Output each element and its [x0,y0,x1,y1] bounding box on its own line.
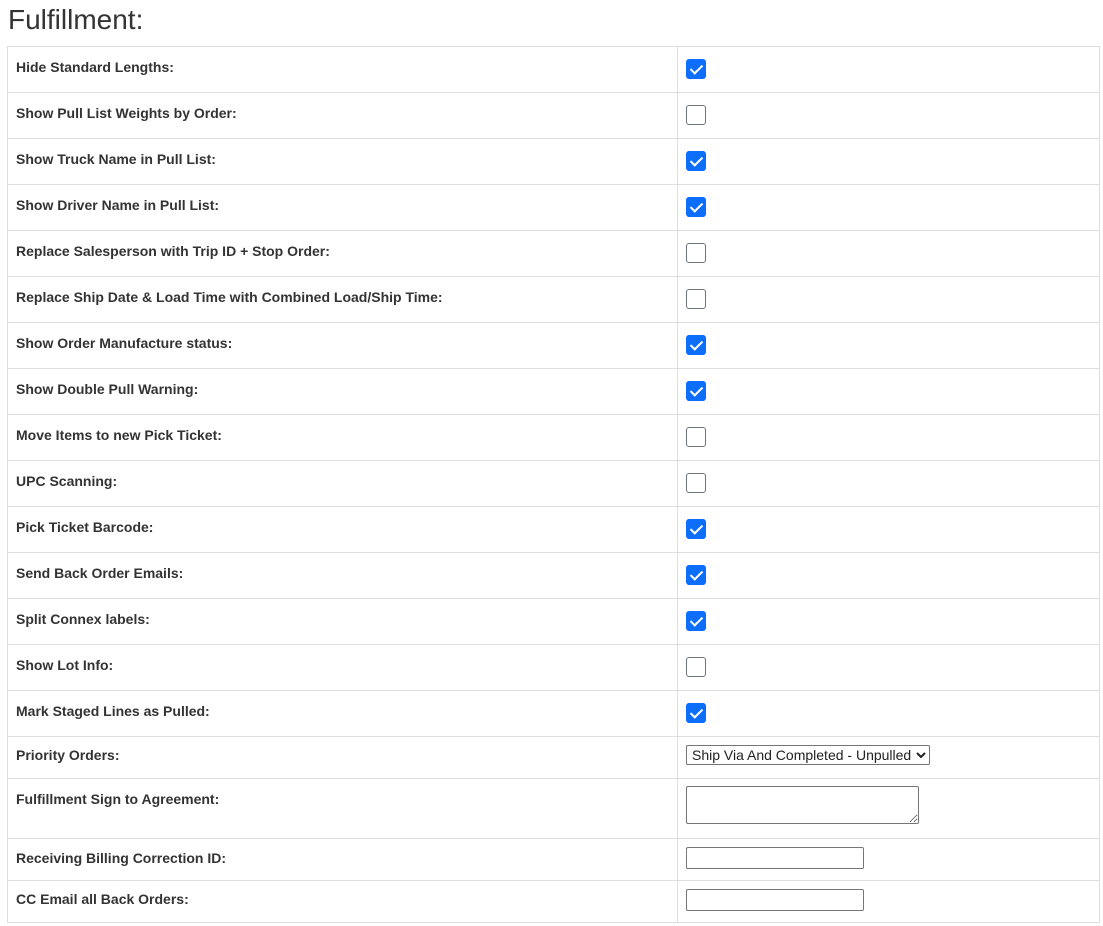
setting-row: Show Truck Name in Pull List: [7,138,1100,185]
setting-row: Show Lot Info: [7,644,1100,691]
checkbox-unchecked[interactable] [686,427,706,447]
priority-orders-select[interactable]: Ship Via And Completed - Unpulled [686,745,930,765]
checkbox-checked[interactable] [686,151,706,171]
checkbox-unchecked[interactable] [686,473,706,493]
setting-label: Receiving Billing Correction ID: [7,838,678,881]
setting-row: Replace Ship Date & Load Time with Combi… [7,276,1100,323]
setting-label: Show Lot Info: [7,644,678,691]
checkbox-unchecked[interactable] [686,657,706,677]
page-title: Fulfillment: [8,4,144,35]
setting-label: Hide Standard Lengths: [7,46,678,93]
setting-row: Show Order Manufacture status: [7,322,1100,369]
setting-row-cc-email: CC Email all Back Orders: [7,880,1100,923]
fulfillment-settings-table: Hide Standard Lengths: Show Pull List Wei… [7,46,1100,923]
setting-row: Show Driver Name in Pull List: [7,184,1100,231]
setting-label: Show Pull List Weights by Order: [7,92,678,139]
sign-agreement-textarea[interactable] [686,786,919,824]
setting-label: Priority Orders: [7,736,678,779]
setting-row: Pick Ticket Barcode: [7,506,1100,553]
setting-row: Replace Salesperson with Trip ID + Stop … [7,230,1100,277]
cc-email-back-orders-input[interactable] [686,889,864,911]
setting-label: CC Email all Back Orders: [7,880,678,923]
setting-row: UPC Scanning: [7,460,1100,507]
setting-label: Move Items to new Pick Ticket: [7,414,678,461]
setting-label: UPC Scanning: [7,460,678,507]
setting-row: Send Back Order Emails: [7,552,1100,599]
setting-row-sign-agreement: Fulfillment Sign to Agreement: [7,778,1100,839]
billing-correction-id-input[interactable] [686,847,864,869]
checkbox-unchecked[interactable] [686,243,706,263]
setting-label: Show Double Pull Warning: [7,368,678,415]
checkbox-checked[interactable] [686,197,706,217]
setting-label: Send Back Order Emails: [7,552,678,599]
setting-label: Fulfillment Sign to Agreement: [7,778,678,839]
setting-row: Show Pull List Weights by Order: [7,92,1100,139]
setting-label: Show Order Manufacture status: [7,322,678,369]
checkbox-checked[interactable] [686,519,706,539]
setting-label: Show Truck Name in Pull List: [7,138,678,185]
checkbox-checked[interactable] [686,703,706,723]
setting-label: Replace Salesperson with Trip ID + Stop … [7,230,678,277]
checkbox-unchecked[interactable] [686,105,706,125]
checkbox-unchecked[interactable] [686,289,706,309]
checkbox-checked[interactable] [686,335,706,355]
setting-row-priority-orders: Priority Orders: Ship Via And Completed … [7,736,1100,779]
setting-row: Split Connex labels: [7,598,1100,645]
setting-label: Show Driver Name in Pull List: [7,184,678,231]
setting-row: Show Double Pull Warning: [7,368,1100,415]
checkbox-checked[interactable] [686,565,706,585]
checkbox-checked[interactable] [686,611,706,631]
setting-label: Pick Ticket Barcode: [7,506,678,553]
setting-row: Move Items to new Pick Ticket: [7,414,1100,461]
setting-label: Mark Staged Lines as Pulled: [7,690,678,737]
setting-label: Replace Ship Date & Load Time with Combi… [7,276,678,323]
setting-row-billing-correction: Receiving Billing Correction ID: [7,838,1100,881]
checkbox-checked[interactable] [686,381,706,401]
checkbox-checked[interactable] [686,59,706,79]
setting-label: Split Connex labels: [7,598,678,645]
setting-row: Mark Staged Lines as Pulled: [7,690,1100,737]
setting-row: Hide Standard Lengths: [7,46,1100,93]
